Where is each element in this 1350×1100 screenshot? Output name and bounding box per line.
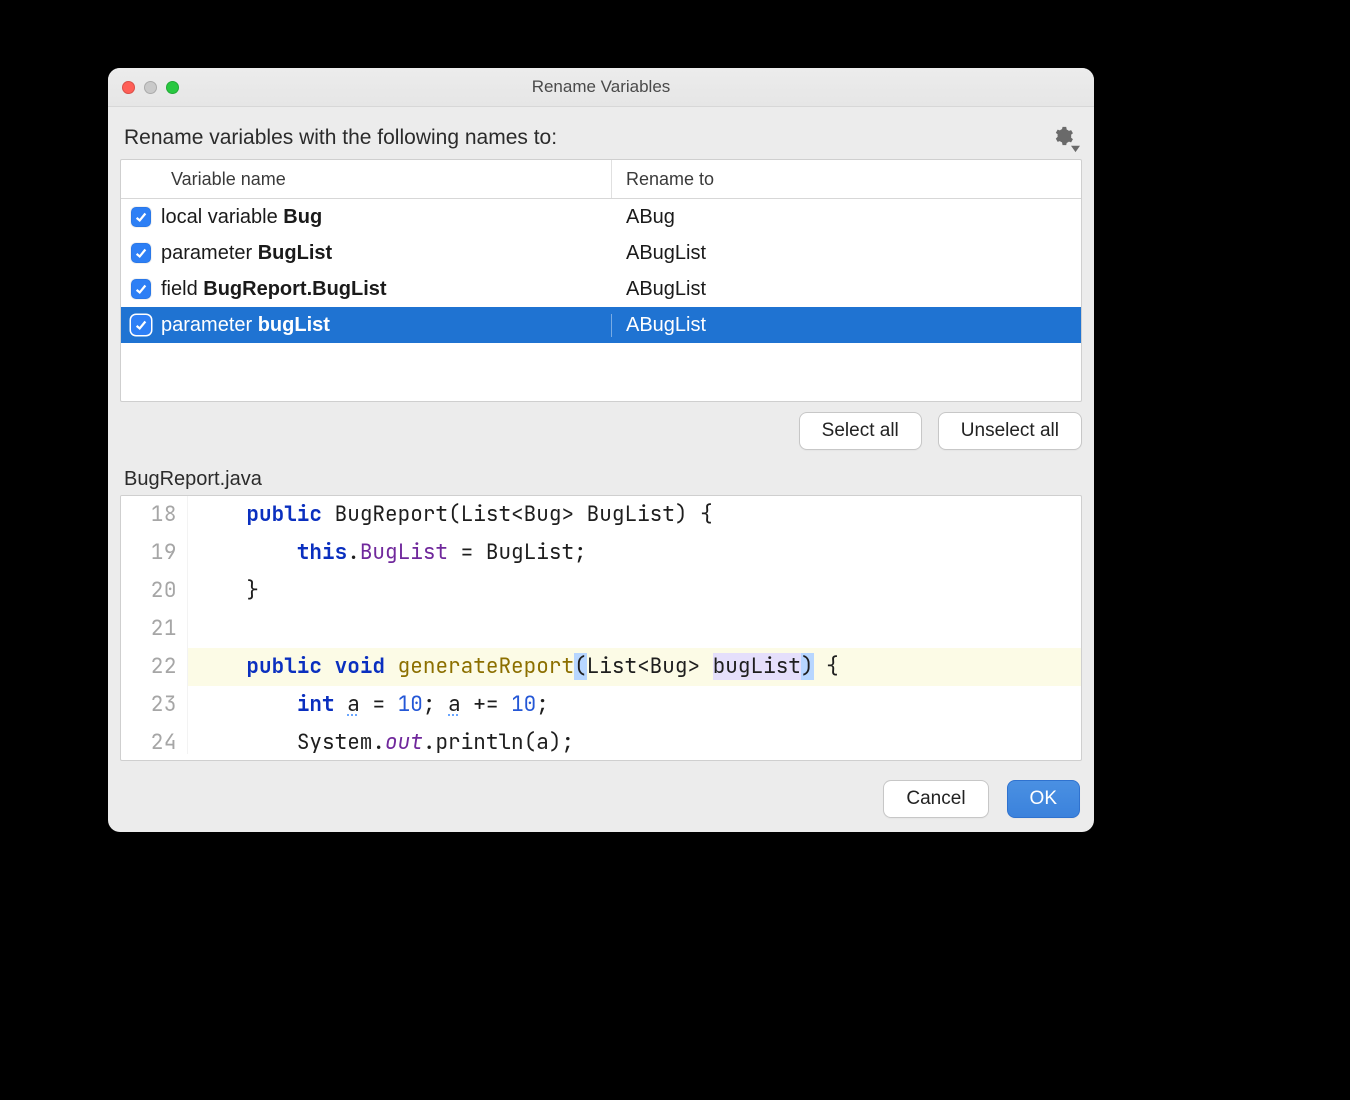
cancel-button[interactable]: Cancel (883, 780, 988, 818)
table-row-selected[interactable]: parameter bugList ABugList (121, 307, 1081, 343)
select-all-button[interactable]: Select all (799, 412, 922, 450)
variables-table: Variable name Rename to local variable B… (120, 159, 1082, 402)
table-row[interactable]: field BugReport.BugList ABugList (121, 271, 1081, 307)
checkbox-icon[interactable] (131, 315, 151, 335)
checkbox-icon[interactable] (131, 279, 151, 299)
dialog-title: Rename Variables (108, 77, 1094, 97)
settings-button[interactable] (1052, 125, 1078, 151)
checkbox-icon[interactable] (131, 207, 151, 227)
chevron-down-icon (1071, 144, 1080, 153)
file-label: BugReport.java (124, 468, 1082, 491)
table-row[interactable]: parameter BugList ABugList (121, 235, 1081, 271)
table-header: Variable name Rename to (121, 160, 1081, 199)
table-row[interactable]: local variable Bug ABug (121, 199, 1081, 235)
code-line: public void generateReport(List<Bug> bug… (188, 648, 1081, 686)
code-line: this.BugList = BugList; (188, 534, 1081, 572)
code-line: System.out.println(a); (188, 724, 1081, 754)
checkbox-icon[interactable] (131, 243, 151, 263)
titlebar: Rename Variables (108, 68, 1094, 107)
code-preview: 18 public BugReport(List<Bug> BugList) {… (120, 495, 1082, 761)
col-variable-name: Variable name (161, 169, 611, 190)
code-line (188, 610, 1081, 648)
code-line: int a = 10; a += 10; (188, 686, 1081, 724)
code-line: } (188, 572, 1081, 610)
ok-button[interactable]: OK (1007, 780, 1080, 818)
code-line: public BugReport(List<Bug> BugList) { (188, 496, 1081, 534)
col-rename-to: Rename to (611, 160, 1081, 198)
headline-label: Rename variables with the following name… (124, 126, 557, 150)
unselect-all-button[interactable]: Unselect all (938, 412, 1082, 450)
rename-variables-dialog: Rename Variables Rename variables with t… (108, 68, 1094, 832)
